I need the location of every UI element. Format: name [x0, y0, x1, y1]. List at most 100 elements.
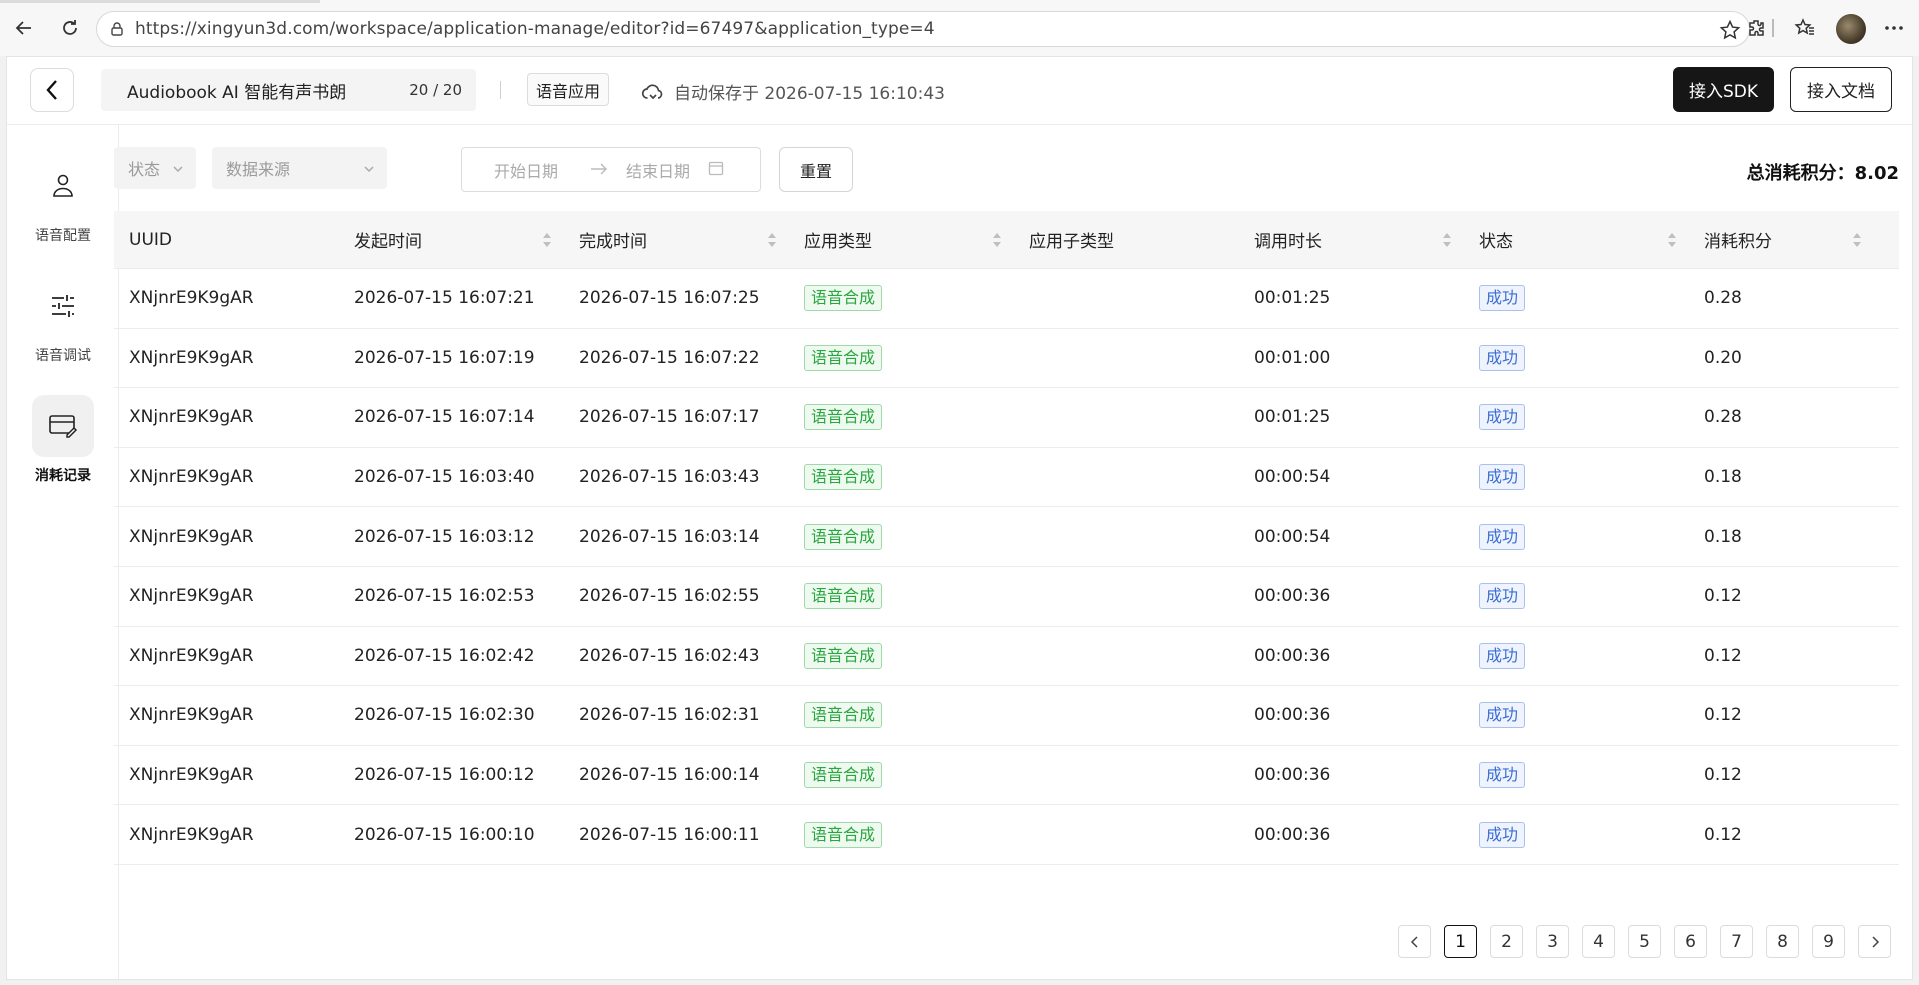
- column-header-label: 发起时间: [354, 232, 422, 252]
- sidebar-item-voice-debug[interactable]: 语音调试: [7, 275, 119, 365]
- profile-avatar[interactable]: [1836, 14, 1866, 44]
- more-menu-icon[interactable]: [1880, 14, 1908, 42]
- status-cell: 成功: [1464, 567, 1689, 626]
- cell-text: XNjnrE9K9gAR: [129, 765, 254, 786]
- duration-cell: 00:00:36: [1239, 805, 1464, 864]
- column-header[interactable]: 调用时长: [1239, 211, 1464, 269]
- sidebar-item-consumption-records[interactable]: 消耗记录: [7, 395, 119, 485]
- app-type-tag: 语音合成: [804, 821, 883, 848]
- duration-cell: 00:01:25: [1239, 269, 1464, 328]
- duration-cell: 00:00:36: [1239, 746, 1464, 805]
- column-header-label: 调用时长: [1254, 232, 1322, 252]
- back-arrow-icon[interactable]: [10, 14, 38, 42]
- status-cell: 成功: [1464, 686, 1689, 745]
- next-page-button[interactable]: [1858, 925, 1891, 958]
- status-cell: 成功: [1464, 626, 1689, 685]
- end-time-cell: 2026-07-15 16:02:55: [564, 567, 789, 626]
- column-header-label: 完成时间: [579, 232, 647, 252]
- column-header[interactable]: 应用类型: [789, 211, 1014, 269]
- cell-text: 00:00:36: [1254, 586, 1331, 607]
- cell-text: 0.12: [1704, 645, 1742, 666]
- cell-text: 00:00:36: [1254, 824, 1331, 845]
- status-badge: 成功: [1479, 762, 1526, 789]
- cell-text: 0.20: [1704, 347, 1742, 368]
- table-row: XNjnrE9K9gAR 2026-07-15 16:07:19 2026-07-1…: [114, 329, 1899, 389]
- duration-cell: 00:00:54: [1239, 448, 1464, 507]
- uuid-cell: XNjnrE9K9gAR: [114, 269, 339, 328]
- table-row: XNjnrE9K9gAR 2026-07-15 16:03:12 2026-07-1…: [114, 507, 1899, 567]
- sort-icon[interactable]: [767, 232, 777, 248]
- cell-text: 2026-07-15 16:07:19: [354, 347, 535, 368]
- page-button[interactable]: 6: [1674, 925, 1707, 958]
- status-badge: 成功: [1479, 523, 1526, 550]
- uuid-cell: XNjnrE9K9gAR: [114, 448, 339, 507]
- duration-cell: 00:00:36: [1239, 686, 1464, 745]
- start-time-cell: 2026-07-15 16:02:30: [339, 686, 564, 745]
- data-source-select[interactable]: 数据来源: [212, 147, 387, 189]
- start-date-input[interactable]: 开始日期: [494, 158, 558, 182]
- table-row: XNjnrE9K9gAR 2026-07-15 16:07:14 2026-07-1…: [114, 388, 1899, 448]
- points-cell: 0.28: [1689, 388, 1874, 447]
- sort-icon[interactable]: [1667, 232, 1677, 248]
- cell-text: 2026-07-15 16:03:43: [579, 467, 760, 488]
- sort-icon[interactable]: [1852, 232, 1862, 248]
- extensions-icon[interactable]: [1742, 14, 1770, 42]
- favorite-star-icon[interactable]: [1719, 19, 1741, 45]
- cell-text: 2026-07-15 16:00:12: [354, 765, 535, 786]
- page-button[interactable]: 9: [1812, 925, 1845, 958]
- refresh-icon[interactable]: [56, 14, 84, 42]
- column-header[interactable]: 消耗积分: [1689, 211, 1874, 269]
- page-button[interactable]: 3: [1536, 925, 1569, 958]
- duration-cell: 00:00:54: [1239, 507, 1464, 566]
- column-header[interactable]: 发起时间: [339, 211, 564, 269]
- date-range-picker[interactable]: 开始日期 结束日期: [461, 147, 761, 192]
- sort-icon[interactable]: [542, 232, 552, 248]
- duration-cell: 00:01:25: [1239, 388, 1464, 447]
- start-time-cell: 2026-07-15 16:03:40: [339, 448, 564, 507]
- status-filter-select[interactable]: 状态: [114, 147, 196, 189]
- page-button[interactable]: 2: [1490, 925, 1523, 958]
- app-type-cell: 语音合成: [789, 388, 1014, 447]
- column-header[interactable]: 完成时间: [564, 211, 789, 269]
- app-type-tag: 语音合成: [804, 285, 883, 312]
- page-button[interactable]: 5: [1628, 925, 1661, 958]
- start-time-cell: 2026-07-15 16:00:12: [339, 746, 564, 805]
- integrate-sdk-button[interactable]: 接入SDK: [1673, 67, 1774, 112]
- cell-text: 2026-07-15 16:02:42: [354, 645, 535, 666]
- filter-bar: 状态 数据来源 开始日期 结束日期 重置 总消耗积分：8.02: [114, 147, 1899, 193]
- app-title-input[interactable]: Audiobook AI 智能有声书朗 20 / 20: [101, 69, 476, 111]
- data-source-placeholder: 数据来源: [226, 160, 291, 179]
- page-button[interactable]: 1: [1444, 925, 1477, 958]
- page-button[interactable]: 8: [1766, 925, 1799, 958]
- cell-text: 0.12: [1704, 586, 1742, 607]
- sort-icon[interactable]: [992, 232, 1002, 248]
- site-info-icon[interactable]: [109, 21, 125, 37]
- cell-text: 0.28: [1704, 288, 1742, 309]
- page-button[interactable]: 4: [1582, 925, 1615, 958]
- user-icon: [32, 155, 94, 217]
- integrate-docs-button[interactable]: 接入文档: [1790, 67, 1892, 112]
- sidebar-item-voice-config[interactable]: 语音配置: [7, 155, 119, 245]
- sidebar-item-label: 消耗记录: [35, 468, 91, 484]
- prev-page-button[interactable]: [1398, 925, 1431, 958]
- consumption-table: UUID 发起时间 完成时间 应用类型 应用子类型 调用时长 状态 消耗积分 XNjnrE9K…: [114, 211, 1899, 865]
- cell-text: 00:01:25: [1254, 407, 1331, 428]
- address-bar[interactable]: https://xingyun3d.com/workspace/applicat…: [96, 11, 1750, 47]
- favorites-icon[interactable]: [1791, 14, 1819, 42]
- end-time-cell: 2026-07-15 16:03:14: [564, 507, 789, 566]
- app-subtype-cell: [1014, 448, 1239, 507]
- sort-icon[interactable]: [1442, 232, 1452, 248]
- end-date-input[interactable]: 结束日期: [626, 158, 690, 182]
- sidebar-item-label: 语音配置: [35, 228, 91, 244]
- cell-text: XNjnrE9K9gAR: [129, 824, 254, 845]
- cell-text: 2026-07-15 16:07:17: [579, 407, 760, 428]
- table-row: XNjnrE9K9gAR 2026-07-15 16:07:21 2026-07-1…: [114, 269, 1899, 329]
- editor-header: Audiobook AI 智能有声书朗 20 / 20 语音应用 自动保存于 2…: [7, 57, 1912, 125]
- cell-text: 0.12: [1704, 824, 1742, 845]
- page-button[interactable]: 7: [1720, 925, 1753, 958]
- column-header[interactable]: 状态: [1464, 211, 1689, 269]
- reset-button[interactable]: 重置: [779, 147, 853, 192]
- back-button[interactable]: [30, 68, 74, 112]
- cell-text: XNjnrE9K9gAR: [129, 586, 254, 607]
- start-time-cell: 2026-07-15 16:02:53: [339, 567, 564, 626]
